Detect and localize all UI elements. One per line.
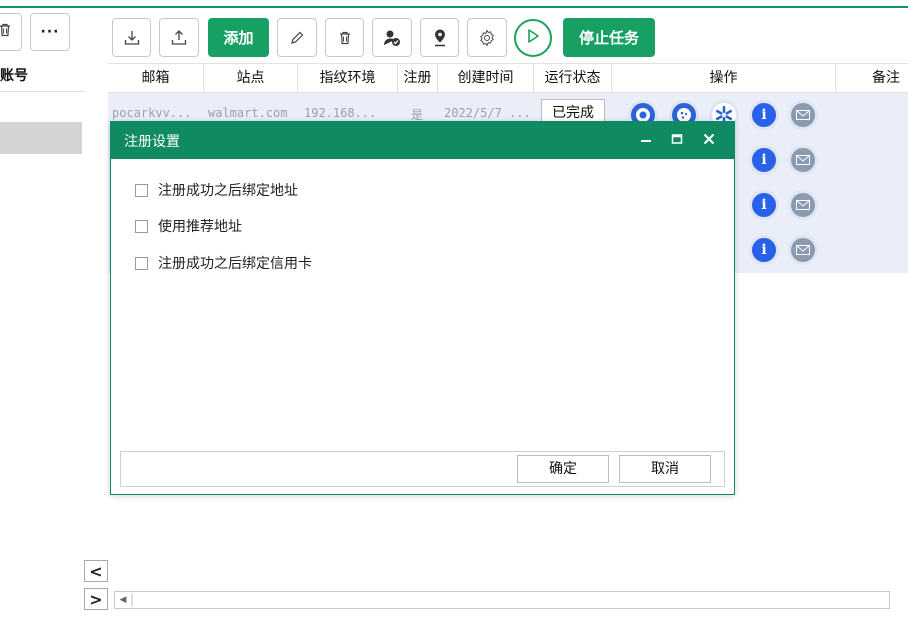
cancel-button[interactable]: 取消 xyxy=(619,455,711,483)
scroll-left-arrow-icon[interactable]: ◀ xyxy=(115,592,131,608)
horizontal-scrollbar[interactable]: ◀ xyxy=(114,591,890,609)
cell-fingerprint: 192.168... xyxy=(304,106,377,120)
more-options-button[interactable]: ··· xyxy=(30,13,70,51)
export-button[interactable] xyxy=(159,18,199,57)
left-panel: ··· 账号 < > xyxy=(0,8,108,627)
checkbox[interactable] xyxy=(135,256,148,270)
close-icon xyxy=(703,133,715,149)
dialog-title-bar[interactable]: 注册设置 xyxy=(111,122,734,159)
option-label: 使用推荐地址 xyxy=(158,219,242,235)
scrollbar-thumb[interactable] xyxy=(131,593,133,607)
option-bind-credit-card[interactable]: 注册成功之后绑定信用卡 xyxy=(135,253,312,273)
column-remark[interactable]: 备注 xyxy=(836,64,908,92)
location-button[interactable] xyxy=(420,18,459,57)
location-pin-icon xyxy=(432,28,448,48)
download-icon xyxy=(123,29,141,47)
info-action[interactable]: i xyxy=(749,100,779,130)
add-button[interactable]: 添加 xyxy=(208,18,269,57)
upload-icon xyxy=(170,29,188,47)
mail-icon xyxy=(791,238,815,262)
info-icon: i xyxy=(752,193,776,217)
top-accent-line xyxy=(0,6,908,8)
dialog-title: 注册设置 xyxy=(124,134,180,150)
option-label: 注册成功之后绑定地址 xyxy=(158,183,298,199)
start-task-button[interactable] xyxy=(514,19,552,57)
checkbox[interactable] xyxy=(135,219,148,233)
mail-action[interactable] xyxy=(788,190,818,220)
delete-button[interactable] xyxy=(325,18,364,57)
info-action[interactable]: i xyxy=(749,235,779,265)
minimize-icon xyxy=(640,133,652,149)
minimize-button[interactable] xyxy=(631,122,661,159)
left-panel-header: 账号 xyxy=(0,64,84,92)
edit-icon xyxy=(289,30,305,46)
mail-icon xyxy=(791,193,815,217)
info-icon: i xyxy=(752,238,776,262)
mail-icon xyxy=(791,103,815,127)
cell-created: 2022/5/7 ... xyxy=(444,106,531,120)
cell-site: walmart.com xyxy=(208,106,288,120)
ok-button[interactable]: 确定 xyxy=(517,455,609,483)
option-use-recommended-address[interactable]: 使用推荐地址 xyxy=(135,216,242,236)
register-settings-dialog: 注册设置 注册成功之后绑定地址 使用推荐地址 注册成功之后绑定信用卡 确定 取消 xyxy=(110,121,735,495)
settings-button[interactable] xyxy=(467,18,507,57)
dialog-footer: 确定 取消 xyxy=(120,451,725,487)
trash-icon xyxy=(337,30,353,46)
checkbox[interactable] xyxy=(135,183,148,197)
info-action[interactable]: i xyxy=(749,145,779,175)
maximize-button[interactable] xyxy=(662,122,692,159)
info-icon: i xyxy=(752,103,776,127)
mail-icon xyxy=(791,148,815,172)
gear-icon xyxy=(478,28,496,47)
nav-next-button[interactable]: > xyxy=(84,588,108,610)
info-action[interactable]: i xyxy=(749,190,779,220)
more-dots-icon: ··· xyxy=(40,24,60,40)
option-bind-address[interactable]: 注册成功之后绑定地址 xyxy=(135,180,298,200)
close-button[interactable] xyxy=(694,122,724,159)
maximize-icon xyxy=(671,133,683,149)
table-header: 邮箱 站点 指纹环境 注册 创建时间 运行状态 操作 备注 xyxy=(108,63,908,93)
column-email[interactable]: 邮箱 xyxy=(108,64,204,92)
register-user-button[interactable] xyxy=(372,18,412,57)
mail-action[interactable] xyxy=(788,100,818,130)
edit-button[interactable] xyxy=(277,18,317,57)
column-actions[interactable]: 操作 xyxy=(612,64,836,92)
user-check-icon xyxy=(382,28,402,48)
info-icon: i xyxy=(752,148,776,172)
column-registered[interactable]: 注册 xyxy=(398,64,438,92)
stop-task-button[interactable]: 停止任务 xyxy=(563,18,655,57)
option-label: 注册成功之后绑定信用卡 xyxy=(158,256,312,272)
column-fingerprint[interactable]: 指纹环境 xyxy=(298,64,398,92)
left-trash-button[interactable] xyxy=(0,13,22,51)
import-button[interactable] xyxy=(112,18,151,57)
play-icon xyxy=(526,28,540,48)
mail-action[interactable] xyxy=(788,235,818,265)
column-site[interactable]: 站点 xyxy=(204,64,298,92)
mail-action[interactable] xyxy=(788,145,818,175)
left-panel-selected-item[interactable] xyxy=(0,122,82,154)
trash-icon xyxy=(0,22,13,42)
cell-email: pocarkvv... xyxy=(112,106,192,120)
column-status[interactable]: 运行状态 xyxy=(534,64,612,92)
column-created[interactable]: 创建时间 xyxy=(438,64,534,92)
nav-prev-button[interactable]: < xyxy=(84,560,108,582)
